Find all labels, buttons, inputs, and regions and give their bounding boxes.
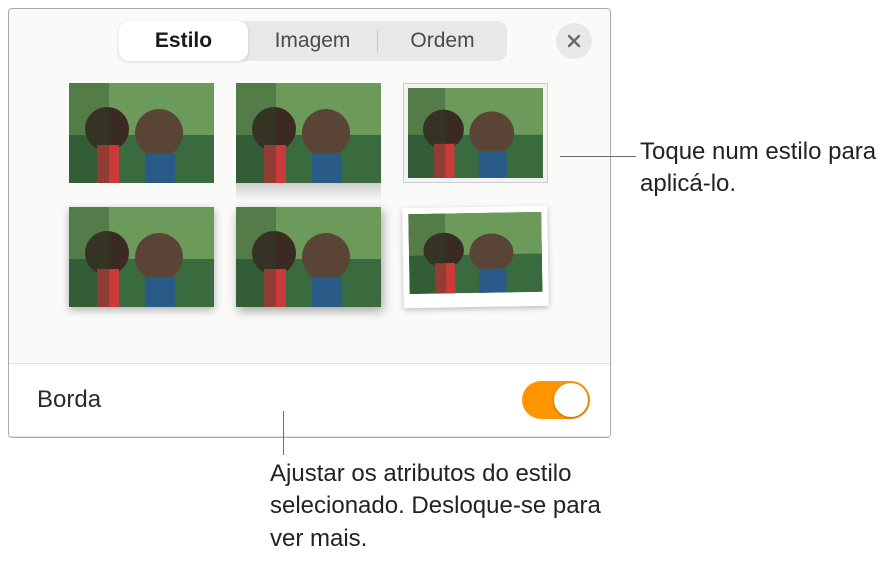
style-thumbnail-grid bbox=[69, 83, 610, 307]
border-toggle[interactable] bbox=[522, 381, 590, 419]
callout-leader-line bbox=[560, 156, 636, 157]
thumbnail-image bbox=[236, 207, 381, 307]
thumbnail-image bbox=[69, 207, 214, 307]
style-option-frame[interactable] bbox=[403, 83, 548, 183]
thumbnail-image bbox=[408, 212, 542, 294]
style-option-reflection[interactable] bbox=[236, 83, 381, 183]
tab-order[interactable]: Ordem bbox=[378, 21, 507, 61]
border-label: Borda bbox=[37, 386, 101, 414]
style-option-photo[interactable] bbox=[402, 206, 549, 309]
thumbnail-image bbox=[408, 88, 543, 178]
format-panel: Estilo Imagem Ordem Borda bbox=[8, 8, 611, 438]
toggle-knob bbox=[554, 383, 588, 417]
border-row: Borda bbox=[9, 363, 610, 437]
tab-image-label: Imagem bbox=[275, 29, 351, 53]
tab-style[interactable]: Estilo bbox=[119, 21, 248, 61]
style-option-shadow-1[interactable] bbox=[69, 207, 214, 307]
callout-style-tap: Toque num estilo para aplicá-lo. bbox=[640, 136, 880, 201]
callout-attributes: Ajustar os atributos do estilo seleciona… bbox=[270, 458, 610, 555]
tab-image[interactable]: Imagem bbox=[248, 21, 377, 61]
thumbnail-image bbox=[69, 83, 214, 183]
thumbnail-image bbox=[236, 83, 381, 183]
close-icon bbox=[566, 33, 582, 49]
style-option-plain[interactable] bbox=[69, 83, 214, 183]
tab-style-label: Estilo bbox=[155, 29, 212, 53]
style-option-shadow-2[interactable] bbox=[236, 207, 381, 307]
tab-order-label: Ordem bbox=[410, 29, 474, 53]
callout-leader-line-2 bbox=[283, 411, 284, 455]
close-button[interactable] bbox=[556, 23, 592, 59]
tab-segmented-control: Estilo Imagem Ordem bbox=[119, 21, 507, 61]
